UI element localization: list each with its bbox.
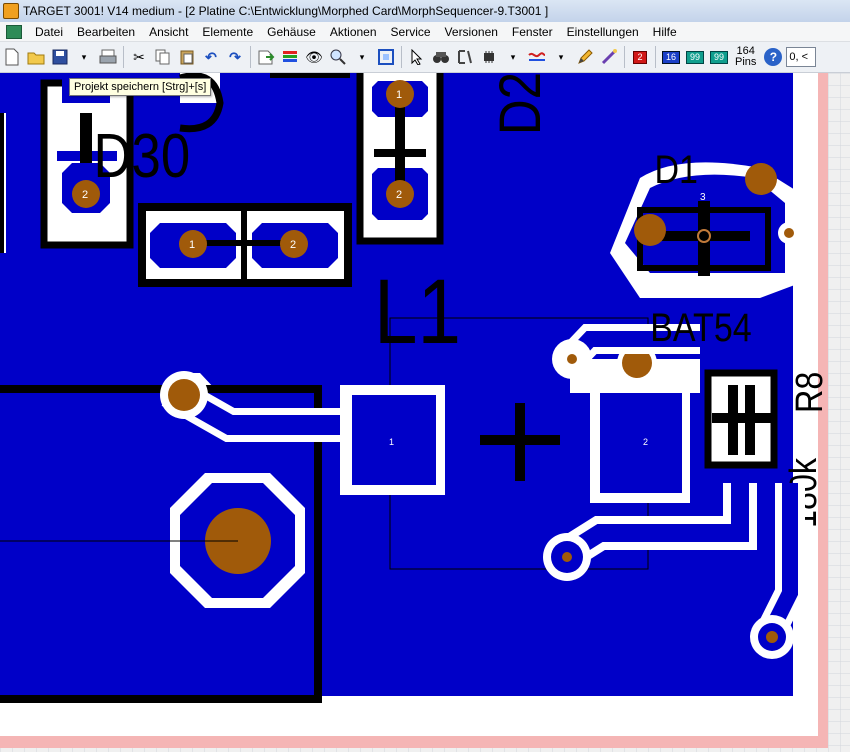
signal-dropdown-icon[interactable]: ▾: [550, 46, 572, 68]
menu-versionen[interactable]: Versionen: [438, 25, 505, 39]
pad-number: 2: [737, 277, 743, 289]
menu-elemente[interactable]: Elemente: [195, 25, 260, 39]
document-menu-icon[interactable]: [6, 24, 22, 39]
paste-icon[interactable]: [176, 46, 198, 68]
menu-hilfe[interactable]: Hilfe: [646, 25, 684, 39]
right-via[interactable]: [766, 631, 778, 643]
toolbar-separator: [655, 46, 656, 68]
pcb-canvas[interactable]: 2 D30 1 2 1 2 D2 L1 1 2 1 2 3 D1 BAT54 R…: [0, 73, 850, 752]
menu-aktionen[interactable]: Aktionen: [323, 25, 384, 39]
select-arrow-icon[interactable]: [406, 46, 428, 68]
d2-silk-cross: [374, 149, 426, 157]
pad-number: 1: [666, 277, 672, 289]
large-part-pad-top[interactable]: [168, 379, 200, 411]
plus-sign-vertical: [515, 403, 525, 481]
save-icon[interactable]: [49, 46, 71, 68]
label-bat54: BAT54: [650, 304, 751, 349]
route-pencil-icon[interactable]: [574, 46, 596, 68]
menu-fenster[interactable]: Fenster: [505, 25, 560, 39]
undo-icon[interactable]: ↶: [200, 46, 222, 68]
pad-number: 2: [643, 437, 648, 447]
layer-red-badge[interactable]: 2: [629, 46, 651, 68]
label-l1: L1: [374, 261, 461, 363]
toolbar-separator: [123, 46, 124, 68]
menu-datei[interactable]: Datei: [28, 25, 70, 39]
toolbar-separator: [250, 46, 251, 68]
copy-icon[interactable]: [152, 46, 174, 68]
menu-gehaeuse[interactable]: Gehäuse: [260, 25, 323, 39]
open-folder-icon[interactable]: [25, 46, 47, 68]
pins-label: Pins: [735, 56, 757, 68]
wizard-icon[interactable]: [598, 46, 620, 68]
pad-number: 2: [290, 239, 296, 251]
d1-silk-vertical: [698, 201, 710, 276]
r8-silk-h: [712, 413, 772, 423]
coordinate-input[interactable]: 0, <: [786, 47, 817, 67]
chip-dropdown-icon[interactable]: ▾: [502, 46, 524, 68]
eye-icon[interactable]: 👁: [303, 46, 325, 68]
cut-icon[interactable]: ✂: [128, 46, 150, 68]
save-dropdown-icon[interactable]: ▾: [73, 46, 95, 68]
layer-teal-badge[interactable]: 99: [684, 46, 706, 68]
pins-counter: 164 Pins: [735, 46, 756, 68]
pad-number: 1: [396, 89, 402, 101]
lower-via[interactable]: [562, 552, 572, 562]
layer-blue-badge[interactable]: 16: [660, 46, 682, 68]
pad-number: 3: [700, 192, 706, 203]
label-d30: D30: [94, 122, 191, 191]
print-icon[interactable]: [97, 46, 119, 68]
window-title: TARGET 3001! V14 medium - [2 Platine C:\…: [23, 4, 549, 18]
zoom-icon[interactable]: [327, 46, 349, 68]
d1-via[interactable]: [784, 228, 794, 238]
menu-bearbeiten[interactable]: Bearbeiten: [70, 25, 142, 39]
redo-icon[interactable]: ↷: [224, 46, 246, 68]
binoculars-icon[interactable]: [430, 46, 452, 68]
menu-ansicht[interactable]: Ansicht: [142, 25, 195, 39]
measure-icon[interactable]: [454, 46, 476, 68]
label-d2: D2: [488, 73, 553, 135]
save-tooltip: Projekt speichern [Strg]+[s]: [69, 78, 212, 96]
pad-number: 1: [389, 437, 394, 447]
l1-pad-2[interactable]: [600, 393, 682, 493]
left-edge-silk: [0, 113, 4, 253]
title-bar: TARGET 3001! V14 medium - [2 Platine C:\…: [0, 0, 850, 23]
place-component-icon[interactable]: [255, 46, 277, 68]
zoom-dropdown-icon[interactable]: ▾: [351, 46, 373, 68]
menu-einstellungen[interactable]: Einstellungen: [560, 25, 646, 39]
layer-teal-badge-2[interactable]: 99: [708, 46, 730, 68]
zoom-fit-icon[interactable]: [375, 46, 397, 68]
via-left[interactable]: [567, 354, 577, 364]
label-r8: R8: [789, 372, 831, 413]
help-icon[interactable]: ?: [764, 48, 783, 66]
label-d1: D1: [655, 146, 698, 191]
menu-service[interactable]: Service: [384, 25, 438, 39]
toolbar-separator: [401, 46, 402, 68]
pad-number: 2: [396, 189, 402, 201]
main-toolbar: ▾ ✂ ↶ ↷ 👁 ▾ ▾ ▾ 2 16 99 99 164 Pins ? 0,…: [0, 42, 850, 73]
app-icon[interactable]: [3, 3, 19, 19]
new-file-icon[interactable]: [1, 46, 23, 68]
pad-number: 2: [82, 189, 88, 201]
pad-number: 1: [189, 239, 195, 251]
d1-pad-3[interactable]: [745, 163, 777, 195]
d1-pad-1[interactable]: [634, 214, 666, 246]
layers-icon[interactable]: [279, 46, 301, 68]
chip-icon[interactable]: [478, 46, 500, 68]
pcb-board-drawing[interactable]: 2 D30 1 2 1 2 D2 L1 1 2 1 2 3 D1 BAT54 R…: [0, 73, 850, 752]
top-silk-bar: [270, 73, 350, 78]
menu-bar: Datei Bearbeiten Ansicht Elemente Gehäus…: [0, 22, 850, 42]
signal-trace-icon[interactable]: [526, 46, 548, 68]
toolbar-separator: [624, 46, 625, 68]
